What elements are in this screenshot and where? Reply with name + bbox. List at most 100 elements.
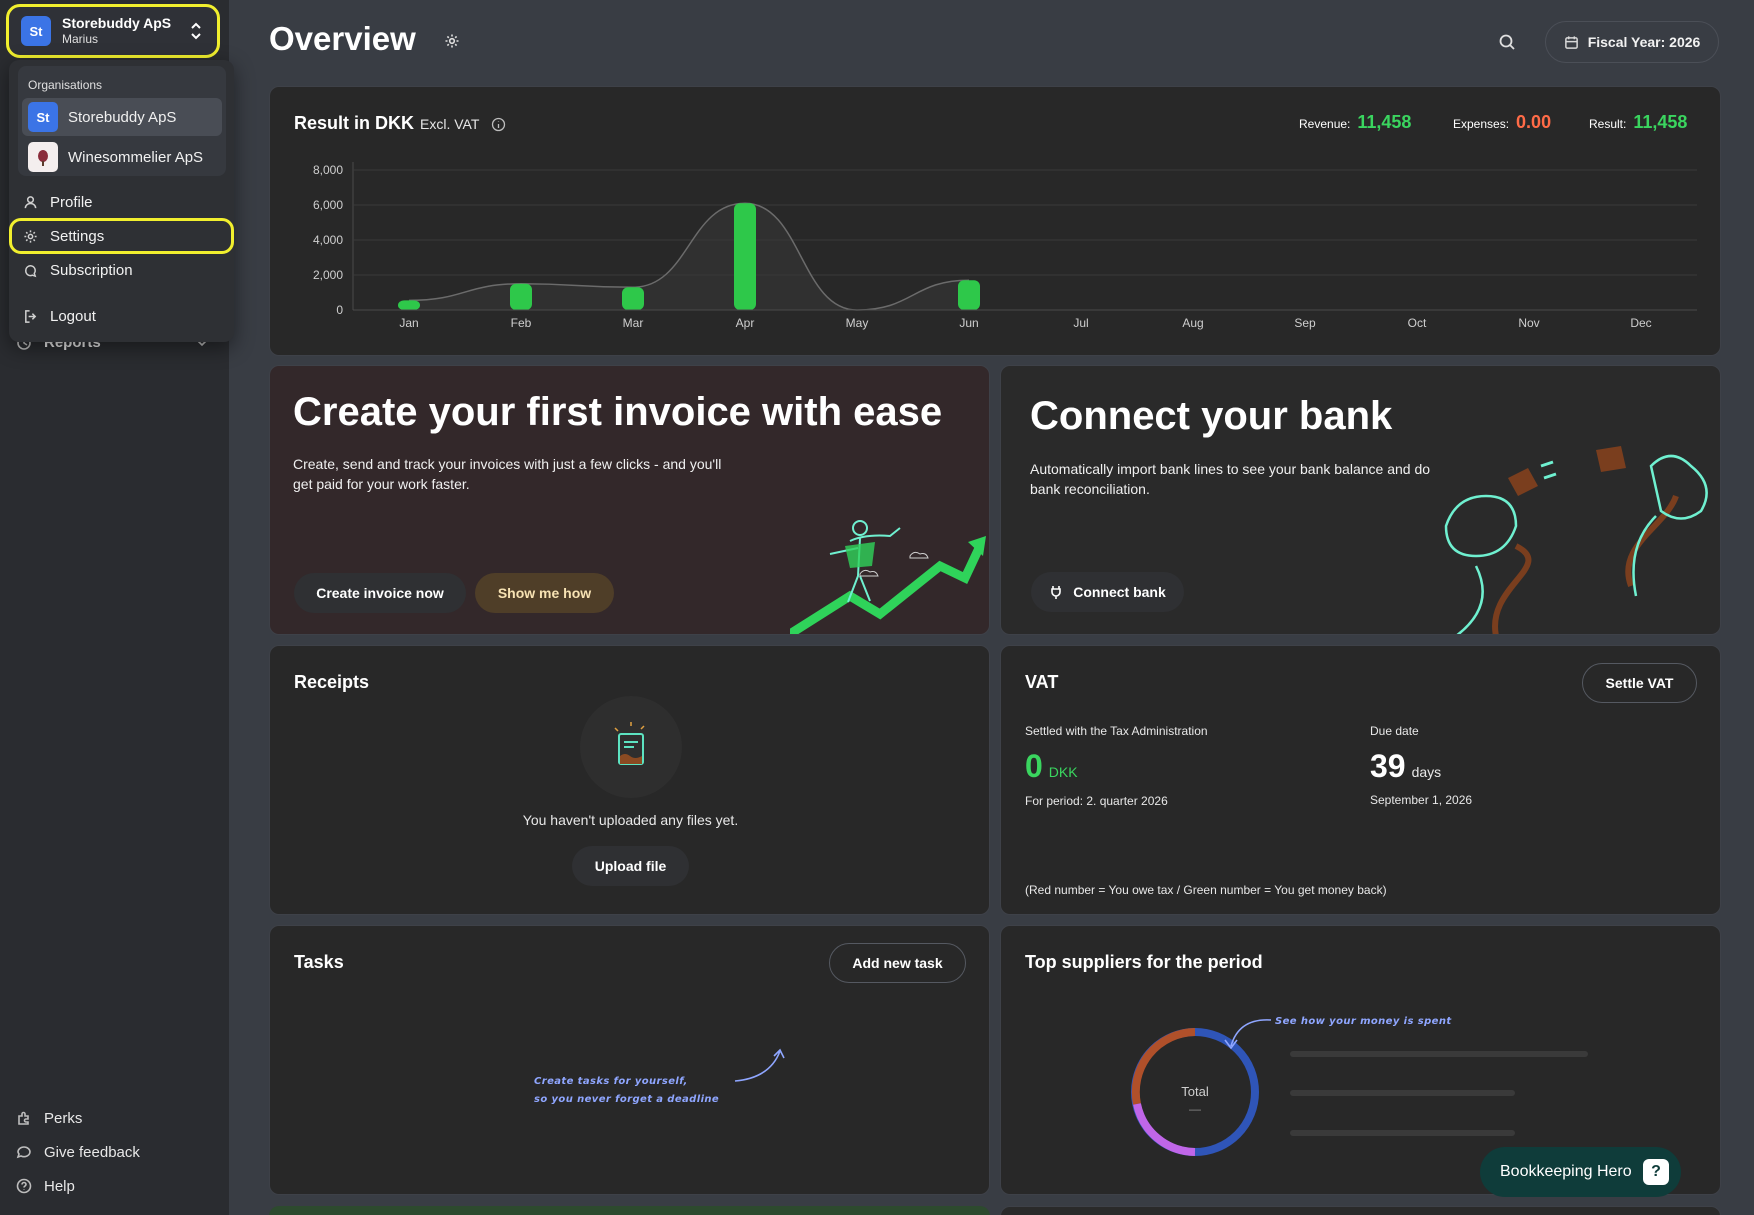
sidebar-item-feedback[interactable]: Give feedback [16, 1135, 216, 1169]
search-icon[interactable] [1498, 33, 1516, 51]
menu-item-subscription[interactable]: Subscription [23, 254, 223, 286]
fiscal-year-label: Fiscal Year: 2026 [1587, 34, 1701, 50]
x-tick-label: May [846, 316, 869, 330]
invoice-promo-text: Create, send and track your invoices wit… [293, 456, 722, 492]
menu-item-label: Settings [50, 227, 105, 245]
vat-due-date: September 1, 2026 [1370, 793, 1473, 807]
tasks-title: Tasks [294, 952, 344, 972]
x-tick-label: Aug [1182, 316, 1203, 330]
vat-due-label: Due date [1370, 724, 1419, 738]
menu-item-profile[interactable]: Profile [23, 186, 223, 218]
user-name: Marius [62, 32, 99, 47]
vat-settled-label: Settled with the Tax Administration [1025, 724, 1208, 738]
create-invoice-button[interactable]: Create invoice now [294, 573, 466, 613]
calendar-icon [1564, 35, 1578, 49]
result-card: Result in DKK Excl. VAT Revenue: 11,458 E… [269, 86, 1721, 356]
y-tick-label: 6,000 [313, 198, 343, 212]
invoice-illustration-icon [790, 520, 986, 634]
donut-label: Total [1181, 1084, 1209, 1099]
y-tick-label: 2,000 [313, 268, 343, 282]
bank-promo-text: Automatically import bank lines to see y… [1030, 461, 1431, 497]
plug-icon [1051, 586, 1062, 599]
vat-period: For period: 2. quarter 2026 [1025, 794, 1168, 808]
supplier-placeholder [1290, 1090, 1515, 1096]
org-avatar: St [28, 102, 58, 132]
result-chart: 8,000 6,000 4,000 2,000 0 Jan Feb Mar Apr May Jun J… [313, 162, 1697, 330]
connect-bank-label: Connect bank [1073, 584, 1166, 600]
receipts-card: Receipts You haven't uploaded any files … [269, 645, 990, 915]
vat-card: VAT Settle VAT Settled with the Tax Admi… [1000, 645, 1721, 915]
org-dropdown-menu: Organisations St Storebuddy ApS Winesomm… [9, 60, 234, 342]
vat-due-value: 39 [1370, 748, 1406, 784]
menu-item-logout[interactable]: Logout [23, 300, 223, 332]
gear-icon[interactable] [444, 33, 460, 49]
arrow-icon [1224, 1019, 1272, 1050]
help-icon [16, 1178, 32, 1194]
invoice-promo-title: Create your first invoice with ease [293, 390, 943, 434]
arrow-icon [734, 1048, 785, 1082]
user-icon [24, 195, 37, 208]
receipts-title: Receipts [294, 672, 370, 692]
show-me-how-button[interactable]: Show me how [475, 573, 614, 613]
vat-due-unit: days [1411, 764, 1442, 780]
fiscal-year-selector[interactable]: Fiscal Year: 2026 [1545, 21, 1719, 63]
sidebar-item-perks[interactable]: Perks [16, 1101, 216, 1135]
x-tick-label: Oct [1408, 316, 1427, 330]
add-task-button[interactable]: Add new task [829, 943, 966, 983]
bank-promo-card: Connect your bank Automatically import b… [1000, 365, 1721, 635]
menu-item-settings[interactable]: Settings [23, 220, 223, 252]
x-tick-label: Dec [1630, 316, 1651, 330]
invoice-promo-card: Create your first invoice with ease Crea… [269, 365, 990, 635]
card-edge [269, 1206, 990, 1215]
settle-vat-button[interactable]: Settle VAT [1582, 663, 1697, 703]
org-item-winesommelier[interactable]: Winesommelier ApS [22, 138, 222, 176]
vat-due-amount: 39 days [1370, 748, 1441, 785]
suppliers-hint: See how your money is spent [1275, 1016, 1452, 1027]
bar-feb [510, 283, 532, 310]
vat-settled-value: 0 [1025, 748, 1043, 784]
bar-mar [622, 287, 644, 310]
bookkeeping-hero-button[interactable]: Bookkeeping Hero ? [1480, 1147, 1681, 1197]
x-tick-label: Feb [511, 316, 532, 330]
y-tick-label: 4,000 [313, 233, 343, 247]
hero-icon: ? [1643, 1159, 1669, 1185]
tasks-hint-line2: so you never forget a deadline [534, 1094, 720, 1105]
plug-illustration-icon [1444, 446, 1708, 634]
connect-bank-button[interactable]: Connect bank [1031, 572, 1184, 612]
tasks-card: Tasks Add new task Create tasks for your… [269, 925, 990, 1195]
subscription-icon [25, 264, 37, 277]
y-tick-label: 8,000 [313, 163, 343, 177]
supplier-placeholder [1290, 1130, 1515, 1136]
organisations-list: Organisations St Storebuddy ApS Winesomm… [18, 66, 226, 176]
org-avatar: St [21, 16, 51, 46]
bank-promo-title: Connect your bank [1030, 394, 1393, 438]
menu-item-label: Subscription [50, 261, 133, 279]
wine-logo-icon [28, 142, 58, 172]
org-switcher[interactable]: St Storebuddy ApS Marius [6, 4, 220, 58]
sidebar-item-label: Give feedback [44, 1143, 140, 1161]
sidebar-item-label: Help [44, 1177, 75, 1195]
card-edge [1000, 1206, 1721, 1215]
organisations-header: Organisations [28, 78, 103, 92]
org-name: Storebuddy ApS [62, 15, 172, 32]
hero-label: Bookkeeping Hero [1500, 1163, 1632, 1180]
x-tick-label: Jun [959, 316, 978, 330]
org-item-label: Winesommelier ApS [68, 148, 204, 166]
chevron-up-down-icon [191, 22, 201, 40]
vat-settled-amount: 0 DKK [1025, 748, 1078, 785]
upload-file-button[interactable]: Upload file [572, 846, 689, 886]
suppliers-title: Top suppliers for the period [1025, 952, 1263, 972]
x-tick-label: Apr [736, 316, 755, 330]
sidebar-item-label: Perks [44, 1109, 83, 1127]
org-item-label: Storebuddy ApS [68, 108, 177, 126]
chat-icon [16, 1146, 31, 1159]
gear-icon [24, 229, 37, 243]
receipts-empty-text: You haven't uploaded any files yet. [522, 812, 739, 828]
x-tick-label: Mar [623, 316, 644, 330]
org-item-storebuddy[interactable]: St Storebuddy ApS [22, 98, 222, 136]
receipt-empty-icon [580, 696, 682, 798]
vat-note: (Red number = You owe tax / Green number… [1025, 883, 1387, 897]
trend-area [409, 203, 969, 310]
x-tick-label: Sep [1294, 316, 1316, 330]
sidebar-item-help[interactable]: Help [16, 1169, 216, 1203]
